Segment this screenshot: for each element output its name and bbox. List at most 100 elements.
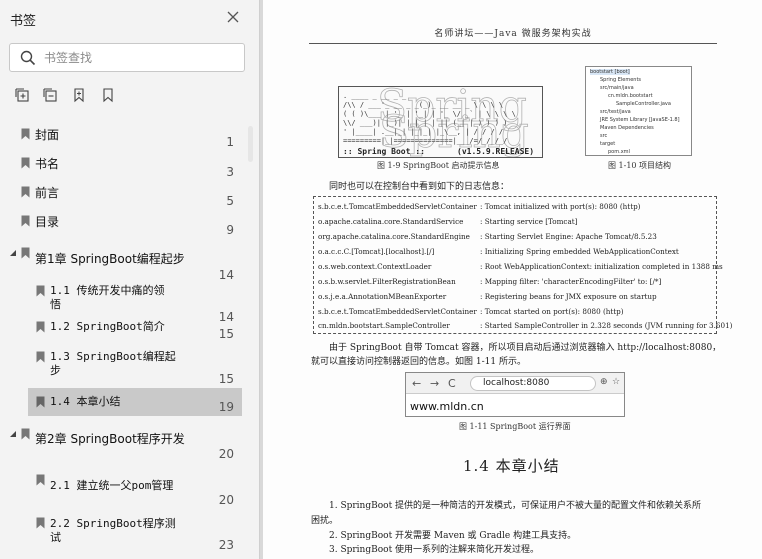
log-message: : Registering beans for JMX exposure on … — [480, 292, 657, 301]
bookmark-flag-icon — [36, 474, 45, 486]
bookmark-page-number: 23 — [218, 538, 234, 552]
log-row: o.a.c.c.C.[Tomcat].[localhost].[/]: Init… — [314, 247, 718, 262]
bookmark-item[interactable]: 目录 9 — [0, 208, 258, 237]
bookmark-label: 前言 — [35, 186, 60, 200]
bookmark-page-number: 14 — [218, 310, 234, 324]
bookmark-flag-icon — [36, 321, 45, 333]
bookmark-item[interactable]: 前言 5 — [0, 179, 258, 208]
banner-version: (v1.5.9.RELEASE) — [457, 147, 535, 156]
reload-icon: C — [448, 377, 456, 390]
bookmark-page-number: 14 — [218, 268, 234, 282]
bookmark-label-line2: 试 — [50, 531, 61, 544]
figure-caption: 图 1-11 SpringBoot 运行界面 — [459, 422, 571, 431]
log-row: s.b.c.e.t.TomcatEmbeddedServletContainer… — [314, 307, 718, 322]
document-page: 名师讲坛——Java 微服务架构实战 . ____ _ __ _ _ /\\ /… — [263, 0, 762, 559]
bookmark-label: 1.3 SpringBoot编程起 — [50, 350, 176, 363]
bookmark-flag-icon — [21, 157, 30, 169]
bookmark-flag-icon — [36, 351, 45, 363]
bookmark-chapter-1[interactable]: 第1章 SpringBoot编程起步 14 — [0, 237, 258, 283]
bookmark-item[interactable]: 2.2 SpringBoot程序测 试 23 — [0, 510, 258, 559]
browser-page-text: www.mldn.cn — [410, 400, 484, 413]
url-text: localhost:8080 — [483, 378, 550, 388]
log-row: s.b.c.e.t.TomcatEmbeddedServletContainer… — [314, 202, 718, 217]
log-row: o.s.web.context.ContextLoader : Root WebA… — [314, 262, 723, 277]
collapse-triangle-icon[interactable] — [9, 430, 17, 438]
log-row: cn.mldn.bootstart.SampleController: Star… — [314, 321, 732, 336]
search-icon — [20, 50, 36, 66]
bookmark-label-line2: 步 — [50, 364, 61, 377]
log-message: : Starting Servlet Engine: Apache Tomcat… — [480, 232, 657, 241]
bookmark-page-number: 20 — [218, 493, 234, 507]
tree-node: Spring Elements — [600, 77, 642, 83]
page-header: 名师讲坛——Java 微服务架构实战 — [309, 26, 717, 44]
bookmark-label: 1.4 本章小结 — [50, 395, 121, 408]
collapse-triangle-icon[interactable] — [9, 249, 17, 257]
bookmark-item[interactable]: 封面 1 — [0, 120, 258, 150]
bookmark-search-box[interactable] — [9, 43, 245, 72]
back-arrow-icon: ← — [412, 377, 422, 390]
document-viewer[interactable]: 名师讲坛——Java 微服务架构实战 . ____ _ __ _ _ /\\ /… — [261, 0, 762, 559]
bookmark-flag-icon — [21, 215, 30, 227]
bookmark-toolbar — [14, 87, 124, 105]
bookmark-item-selected[interactable]: 1.4 本章小结 19 — [0, 388, 258, 416]
bookmark-label: 封面 — [35, 128, 60, 142]
bookmark-search-input[interactable] — [44, 48, 239, 68]
banner-text: :: Spring Boot :: — [343, 147, 425, 156]
bookmarks-panel-header: 书签 — [0, 0, 260, 36]
bookmark-label: 第2章 SpringBoot程序开发 — [35, 432, 185, 446]
log-message: : Tomcat initialized with port(s): 8080 … — [480, 202, 641, 211]
bookmark-page-number: 15 — [218, 372, 234, 386]
close-icon[interactable] — [225, 9, 241, 25]
browser-toolbar: ← → C localhost:8080 ⊕ ☆ — [406, 373, 624, 394]
forward-arrow-icon: → — [430, 377, 440, 390]
log-source: o.s.b.w.servlet.FilterRegistrationBean — [318, 277, 456, 286]
collapse-all-icon[interactable] — [42, 87, 58, 103]
log-source: s.b.c.e.t.TomcatEmbeddedServletContainer — [318, 202, 477, 211]
bookmark-page-number: 1 — [226, 135, 234, 149]
bookmark-flag-icon — [21, 428, 30, 440]
body-paragraph: 同时也可以在控制台中看到如下的日志信息： — [329, 182, 510, 192]
log-source: o.s.j.e.a.AnnotationMBeanExporter — [318, 292, 447, 301]
bookmark-scrollbar[interactable] — [246, 120, 254, 554]
panel-title: 书签 — [10, 14, 37, 29]
log-source: o.s.web.context.ContextLoader — [318, 262, 432, 271]
bookmark-chapter-2[interactable]: 第2章 SpringBoot程序开发 20 — [0, 418, 258, 464]
bookmark-flag-icon — [21, 247, 30, 259]
log-row: org.apache.catalina.core.StandardEngine:… — [314, 232, 718, 247]
bookmark-label: 目录 — [35, 215, 60, 229]
log-message: : Root WebApplicationContext: initializa… — [480, 262, 723, 271]
figure-caption: 图 1-10 项目结构 — [608, 161, 672, 170]
bookmark-page-number: 15 — [218, 327, 234, 341]
bookmark-item[interactable]: 1.3 SpringBoot编程起 步 15 — [0, 345, 258, 390]
log-message: : Initializing Spring embedded WebApplic… — [480, 247, 679, 256]
bookmark-page-number: 5 — [226, 194, 234, 208]
tree-node: src/test/java — [600, 109, 631, 115]
figure-springboot-banner: . ____ _ __ _ _ /\\ / ___'_ __ _ _(_)_ _… — [338, 86, 543, 158]
bookmark-item[interactable]: 书名 3 — [0, 150, 258, 179]
section-title: 1.4 本章小结 — [463, 457, 560, 475]
tree-node: src — [600, 133, 608, 139]
tree-node: pom.xml — [608, 149, 630, 155]
bookmark-label: 1.1 传统开发中痛的领 — [50, 284, 165, 297]
add-bookmark-icon[interactable] — [71, 87, 87, 103]
log-message: : Mapping filter: 'characterEncodingFilt… — [480, 277, 662, 286]
summary-item: 1. SpringBoot 提供的是一种简洁的开发模式，可保证用户不被大量的配置… — [329, 501, 702, 511]
bookmark-label: 书名 — [35, 157, 60, 171]
log-message: : Tomcat started on port(s): 8080 (http) — [480, 307, 624, 316]
bookmark-item[interactable]: 2.1 建立统一父pom管理 20 — [0, 466, 258, 510]
bookmark-flag-icon — [36, 285, 45, 297]
bookmark-page-number: 19 — [218, 400, 234, 414]
bookmark-flag-icon — [36, 396, 45, 408]
log-source: s.b.c.e.t.TomcatEmbeddedServletContainer — [318, 307, 477, 316]
log-source: o.apache.catalina.core.StandardService — [318, 217, 464, 226]
bookmark-item[interactable]: 14 1.2 SpringBoot简介 15 — [0, 310, 258, 345]
bookmarks-panel: 书签 封面 1 书名 — [0, 0, 260, 559]
zoom-icon: ⊕ — [600, 377, 608, 387]
scrollbar-thumb[interactable] — [248, 126, 253, 162]
bookmark-icon[interactable] — [100, 87, 116, 103]
bookmark-flag-icon — [21, 128, 30, 140]
expand-all-icon[interactable] — [14, 87, 30, 103]
tree-node: bootstart [boot] — [590, 69, 630, 75]
body-paragraph: 由于 SpringBoot 自带 Tomcat 容器，所以项目启动后通过浏览器输… — [329, 343, 722, 353]
log-source: cn.mldn.bootstart.SampleController — [318, 321, 450, 330]
